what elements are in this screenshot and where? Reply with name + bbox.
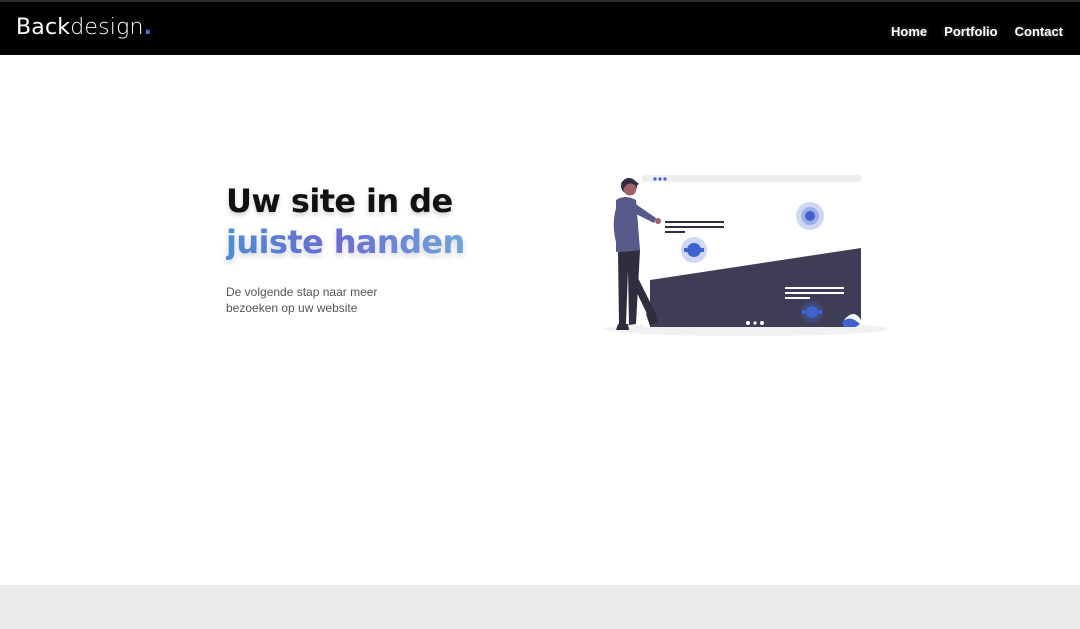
- site-logo[interactable]: Backdesign.: [16, 14, 152, 42]
- hero-subtitle: De volgende stap naar meer bezoeken op u…: [226, 285, 378, 315]
- hero-title-line-1: Uw site in de: [226, 182, 453, 220]
- nav-link-home[interactable]: Home: [891, 24, 927, 40]
- hero-title-line-2: juiste handen: [226, 223, 465, 261]
- nav-link-contact[interactable]: Contact: [1015, 24, 1063, 40]
- web-developer-illustration: [604, 175, 888, 336]
- logo-light-text: design: [70, 15, 144, 40]
- top-navigation-bar: Backdesign. Home Portfolio Contact: [0, 0, 1080, 55]
- logo-dot: .: [143, 15, 153, 40]
- logo-bold-text: Back: [16, 15, 71, 40]
- footer-band: [0, 585, 1080, 629]
- nav-link-portfolio[interactable]: Portfolio: [944, 24, 997, 40]
- hero-section: Uw site in de juiste handen De volgende …: [226, 181, 465, 316]
- main-nav: Home Portfolio Contact: [891, 24, 1063, 40]
